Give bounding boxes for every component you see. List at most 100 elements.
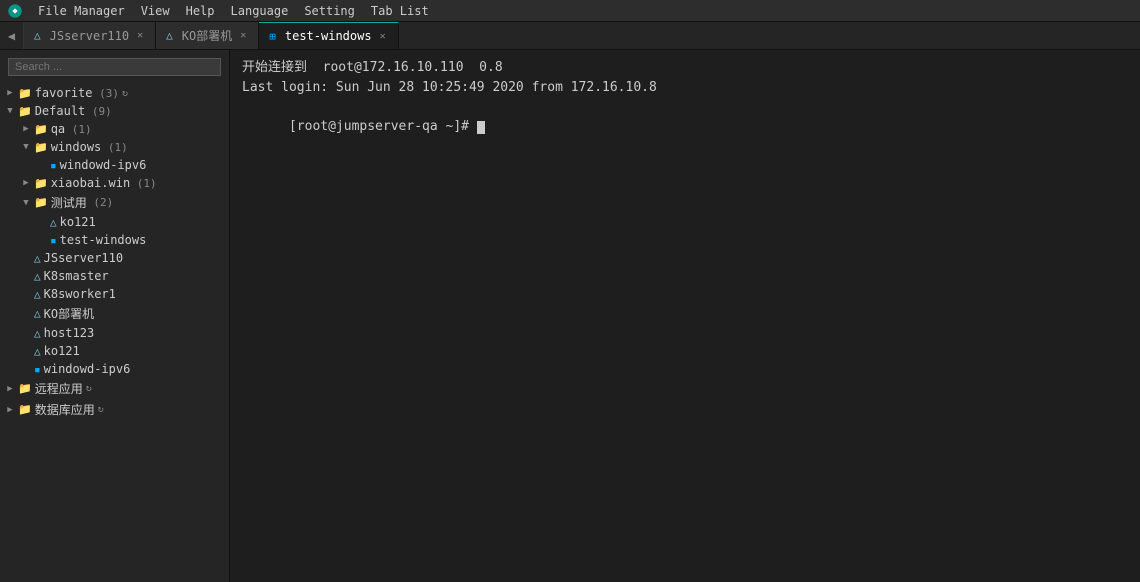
refresh-icon[interactable]: ↻ [122,88,128,99]
menu-language[interactable]: Language [223,2,297,20]
folder-count: (1) [130,177,157,190]
arrow-icon: ▶ [4,384,16,394]
tree-asset-host123[interactable]: △ host123 [0,324,229,342]
tab-test-windows[interactable]: ⊞ test-windows ✕ [259,22,398,49]
folder-icon: 📁 [18,105,32,118]
linux-icon: △ [166,29,173,42]
asset-label: KO部署机 [44,305,94,322]
tab-close-button[interactable]: ✕ [135,29,145,42]
linux-icon: △ [34,307,41,320]
group-label: 数据库应用 [35,401,95,418]
group-count: (9) [85,105,112,118]
windows-icon: ⊞ [269,30,276,43]
folder-label: 测试用 [51,194,87,211]
arrow-icon: ▶ [4,405,16,415]
folder-label: xiaobai.win [51,176,130,190]
spacer [36,235,48,245]
asset-label: K8smaster [44,269,109,283]
tree-group-remote-app[interactable]: ▶ 📁 远程应用 ↻ [0,378,229,399]
tree-group-db-app[interactable]: ▶ 📁 数据库应用 ↻ [0,399,229,420]
arrow-icon: ▶ [4,88,16,98]
asset-label: test-windows [60,233,147,247]
sidebar-collapse-button[interactable]: ◀ [0,22,24,49]
terminal-cursor [477,121,485,134]
tree-folder-xiaobai[interactable]: ▶ 📁 xiaobai.win (1) [0,174,229,192]
folder-count: (1) [101,141,128,154]
search-box [0,54,229,80]
main-content: ▶ 📁 favorite (3) ↻ ▼ 📁 Default (9) ▶ 📁 q… [0,50,1140,582]
windows-icon: ▪ [34,363,41,376]
tab-label: KO部署机 [182,27,232,44]
asset-label: host123 [44,326,95,340]
tree-folder-testuse[interactable]: ▼ 📁 测试用 (2) [0,192,229,213]
tab-close-button[interactable]: ✕ [378,30,388,43]
tree-group-favorite[interactable]: ▶ 📁 favorite (3) ↻ [0,84,229,102]
spacer [20,253,32,263]
tab-ko-deploy[interactable]: △ KO部署机 ✕ [156,22,259,49]
tree-asset-k8smaster[interactable]: △ K8smaster [0,267,229,285]
tree-asset-ko121-test[interactable]: △ ko121 [0,213,229,231]
tree-folder-qa[interactable]: ▶ 📁 qa (1) [0,120,229,138]
tree-asset-ko-deploy[interactable]: △ KO部署机 [0,303,229,324]
sidebar: ▶ 📁 favorite (3) ↻ ▼ 📁 Default (9) ▶ 📁 q… [0,50,230,582]
asset-label: ko121 [44,344,80,358]
menu-file-manager[interactable]: File Manager [30,2,133,20]
folder-icon: 📁 [18,382,32,395]
folder-label: qa [51,122,65,136]
folder-icon: 📁 [34,141,48,154]
linux-icon: △ [34,345,41,358]
refresh-icon[interactable]: ↻ [98,404,104,415]
spacer [36,160,48,170]
spacer [20,309,32,319]
spacer [20,328,32,338]
arrow-icon: ▼ [4,106,16,116]
tree-asset-k8sworker1[interactable]: △ K8sworker1 [0,285,229,303]
windows-icon: ▪ [50,159,57,172]
group-label: 远程应用 [35,380,83,397]
tab-jsserver110[interactable]: △ JSserver110 ✕ [24,22,156,49]
tab-label: JSserver110 [50,29,129,43]
tree-folder-windows[interactable]: ▼ 📁 windows (1) [0,138,229,156]
menu-setting[interactable]: Setting [296,2,363,20]
folder-count: (2) [87,196,114,209]
menu-tab-list[interactable]: Tab List [363,2,437,20]
menu-view[interactable]: View [133,2,178,20]
folder-icon: 📁 [34,177,48,190]
group-label: Default [35,104,86,118]
terminal-area[interactable]: 开始连接到 root@172.16.10.110 0.8 Last login:… [230,50,1140,582]
refresh-icon[interactable]: ↻ [86,383,92,394]
menu-bar: File Manager View Help Language Setting … [0,0,1140,22]
arrow-icon: ▼ [20,142,32,152]
tree-asset-ko121[interactable]: △ ko121 [0,342,229,360]
tree-asset-windowd-ipv6[interactable]: ▪ windowd-ipv6 [0,360,229,378]
tree-asset-jsserver110[interactable]: △ JSserver110 [0,249,229,267]
spacer [20,271,32,281]
asset-label: windowd-ipv6 [44,362,131,376]
arrow-icon: ▶ [20,178,32,188]
folder-count: (1) [65,123,92,136]
linux-icon: △ [34,270,41,283]
group-count: (3) [93,87,120,100]
spacer [20,289,32,299]
tree-group-default[interactable]: ▼ 📁 Default (9) [0,102,229,120]
group-label: favorite [35,86,93,100]
spacer [20,346,32,356]
folder-icon: 📁 [18,403,32,416]
folder-icon: 📁 [34,123,48,136]
tree-asset-test-windows[interactable]: ▪ test-windows [0,231,229,249]
menu-help[interactable]: Help [178,2,223,20]
search-input[interactable] [8,58,221,76]
asset-label: ko121 [60,215,96,229]
arrow-icon: ▶ [20,124,32,134]
spacer [36,217,48,227]
terminal-line-1: 开始连接到 root@172.16.10.110 0.8 [242,58,1128,78]
asset-label: K8sworker1 [44,287,116,301]
app-logo [4,0,26,22]
tab-close-button[interactable]: ✕ [238,29,248,42]
arrow-icon: ▼ [20,198,32,208]
tree-asset-windowd-ipv6-windows[interactable]: ▪ windowd-ipv6 [0,156,229,174]
terminal-line-2: Last login: Sun Jun 28 10:25:49 2020 fro… [242,78,1128,98]
folder-icon: 📁 [18,87,32,100]
asset-label: JSserver110 [44,251,123,265]
tab-label: test-windows [285,29,372,43]
